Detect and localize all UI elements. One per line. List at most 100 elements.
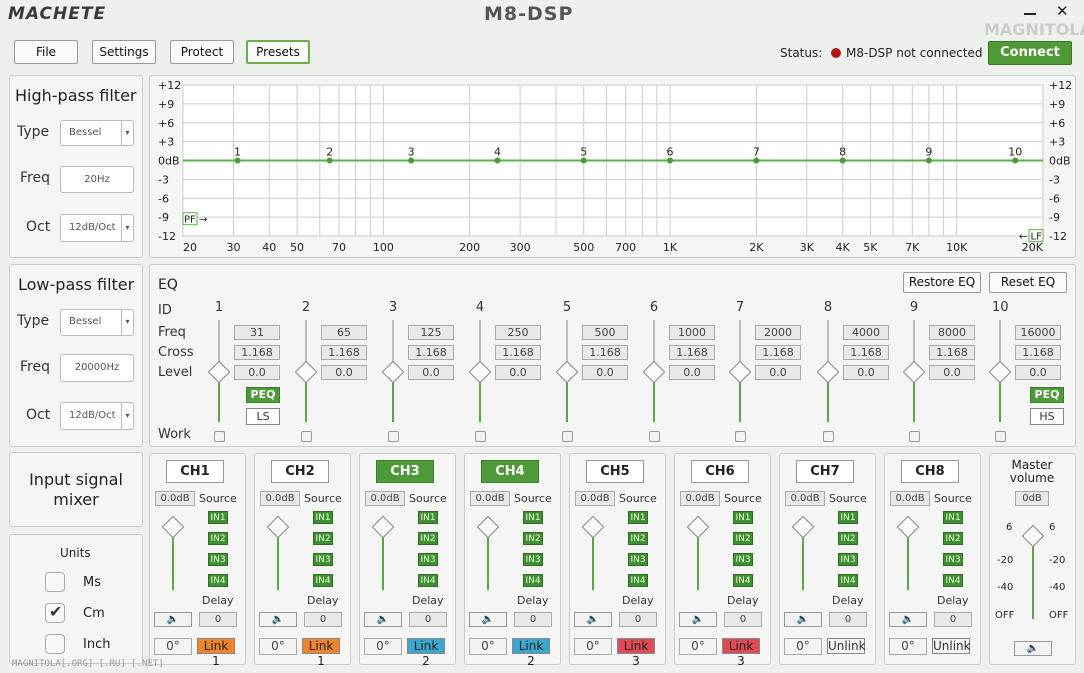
channel-input-in3-button[interactable]: IN3 bbox=[523, 553, 543, 566]
band1-ls-button[interactable]: LS bbox=[246, 408, 280, 425]
eq-band-work-checkbox[interactable] bbox=[649, 431, 660, 442]
channel-input-in4-button[interactable]: IN4 bbox=[208, 574, 228, 587]
eq-band-freq[interactable]: 2000 bbox=[755, 325, 801, 340]
channel-mute-button[interactable]: 🔈 bbox=[469, 612, 507, 627]
channel-input-in4-button[interactable]: IN4 bbox=[313, 574, 333, 587]
channel-delay-field[interactable]: 0 bbox=[724, 612, 762, 627]
channel-input-in1-button[interactable]: IN1 bbox=[208, 511, 228, 524]
channel-input-in4-button[interactable]: IN4 bbox=[838, 574, 858, 587]
channel-phase-button[interactable]: 0° bbox=[364, 638, 402, 655]
menu-presets-button[interactable]: Presets bbox=[246, 40, 310, 64]
band10-hs-button[interactable]: HS bbox=[1030, 408, 1064, 425]
units-cm-checkbox[interactable]: ✔ bbox=[45, 602, 65, 623]
eq-band-level[interactable]: 0.0 bbox=[929, 365, 975, 380]
channel-input-in1-button[interactable]: IN1 bbox=[628, 511, 648, 524]
eq-band-freq[interactable]: 500 bbox=[582, 325, 628, 340]
eq-band-work-checkbox[interactable] bbox=[475, 431, 486, 442]
channel-name-button[interactable]: CH1 bbox=[166, 460, 224, 483]
channel-input-in4-button[interactable]: IN4 bbox=[628, 574, 648, 587]
channel-name-button[interactable]: CH2 bbox=[271, 460, 329, 483]
channel-input-in2-button[interactable]: IN2 bbox=[733, 532, 753, 545]
eq-band-work-checkbox[interactable] bbox=[388, 431, 399, 442]
eq-band-freq[interactable]: 1000 bbox=[669, 325, 715, 340]
channel-input-in2-button[interactable]: IN2 bbox=[838, 532, 858, 545]
lpf-oct-select[interactable]: 12dB/Oct ▾ bbox=[60, 402, 134, 430]
channel-name-button[interactable]: CH8 bbox=[901, 460, 959, 483]
lpf-freq-field[interactable]: 20000Hz bbox=[60, 354, 134, 382]
channel-input-in3-button[interactable]: IN3 bbox=[628, 553, 648, 566]
eq-band-level[interactable]: 0.0 bbox=[234, 365, 280, 380]
eq-band-cross[interactable]: 1.168 bbox=[755, 345, 801, 360]
channel-delay-field[interactable]: 0 bbox=[514, 612, 552, 627]
channel-delay-field[interactable]: 0 bbox=[829, 612, 867, 627]
channel-phase-button[interactable]: 0° bbox=[889, 638, 927, 655]
units-inch-checkbox[interactable] bbox=[45, 634, 65, 654]
channel-link-button[interactable]: Link 1 bbox=[197, 638, 235, 668]
channel-input-in4-button[interactable]: IN4 bbox=[418, 574, 438, 587]
channel-link-button[interactable]: Unlink bbox=[827, 638, 866, 654]
eq-band-freq[interactable]: 250 bbox=[495, 325, 541, 340]
channel-phase-button[interactable]: 0° bbox=[154, 638, 192, 655]
channel-input-in1-button[interactable]: IN1 bbox=[523, 511, 543, 524]
minimize-icon[interactable] bbox=[1024, 13, 1036, 15]
frequency-response-graph[interactable]: +12 +12 +9 +9 +6 +6 +3 +3 0dB 0dB -3 -3 -6 -6 -9 -9 -12 -… bbox=[150, 76, 1075, 257]
channel-input-in2-button[interactable]: IN2 bbox=[628, 532, 648, 545]
channel-phase-button[interactable]: 0° bbox=[574, 638, 612, 655]
channel-phase-button[interactable]: 0° bbox=[259, 638, 297, 655]
menu-protect-button[interactable]: Protect bbox=[170, 40, 234, 64]
channel-input-in2-button[interactable]: IN2 bbox=[208, 532, 228, 545]
reset-eq-button[interactable]: Reset EQ bbox=[989, 272, 1067, 293]
eq-band-cross[interactable]: 1.168 bbox=[234, 345, 280, 360]
channel-mute-button[interactable]: 🔈 bbox=[364, 612, 402, 627]
channel-input-in2-button[interactable]: IN2 bbox=[313, 532, 333, 545]
channel-link-button[interactable]: Link 2 bbox=[512, 638, 550, 668]
channel-input-in3-button[interactable]: IN3 bbox=[733, 553, 753, 566]
channel-input-in3-button[interactable]: IN3 bbox=[838, 553, 858, 566]
channel-link-button[interactable]: Link 3 bbox=[617, 638, 655, 668]
channel-mute-button[interactable]: 🔈 bbox=[154, 612, 192, 627]
channel-phase-button[interactable]: 0° bbox=[679, 638, 717, 655]
menu-settings-button[interactable]: Settings bbox=[92, 40, 156, 64]
channel-input-in4-button[interactable]: IN4 bbox=[733, 574, 753, 587]
restore-eq-button[interactable]: Restore EQ bbox=[903, 272, 981, 293]
hpf-type-select[interactable]: Bessel ▾ bbox=[60, 120, 134, 146]
eq-band-work-checkbox[interactable] bbox=[735, 431, 746, 442]
eq-band-cross[interactable]: 1.168 bbox=[321, 345, 367, 360]
hpf-oct-select[interactable]: 12dB/Oct ▾ bbox=[60, 214, 134, 242]
channel-input-in3-button[interactable]: IN3 bbox=[313, 553, 333, 566]
lpf-type-select[interactable]: Bessel ▾ bbox=[60, 309, 134, 336]
eq-band-cross[interactable]: 1.168 bbox=[669, 345, 715, 360]
eq-band-freq[interactable]: 4000 bbox=[843, 325, 889, 340]
eq-band-cross[interactable]: 1.168 bbox=[408, 345, 454, 360]
channel-input-in2-button[interactable]: IN2 bbox=[943, 532, 963, 545]
channel-name-button[interactable]: CH7 bbox=[796, 460, 854, 483]
channel-mute-button[interactable]: 🔈 bbox=[574, 612, 612, 627]
eq-band-work-checkbox[interactable] bbox=[301, 431, 312, 442]
channel-mute-button[interactable]: 🔈 bbox=[889, 612, 927, 627]
channel-input-in1-button[interactable]: IN1 bbox=[943, 511, 963, 524]
hpf-freq-field[interactable]: 20Hz bbox=[60, 166, 134, 193]
eq-band-level[interactable]: 0.0 bbox=[495, 365, 541, 380]
eq-band-level[interactable]: 0.0 bbox=[755, 365, 801, 380]
channel-link-button[interactable]: Link 3 bbox=[722, 638, 760, 668]
channel-name-button[interactable]: CH6 bbox=[691, 460, 749, 483]
channel-name-button[interactable]: CH3 bbox=[376, 460, 434, 483]
channel-delay-field[interactable]: 0 bbox=[409, 612, 447, 627]
channel-mute-button[interactable]: 🔈 bbox=[784, 612, 822, 627]
channel-name-button[interactable]: CH4 bbox=[481, 460, 539, 483]
eq-band-work-checkbox[interactable] bbox=[995, 431, 1006, 442]
channel-mute-button[interactable]: 🔈 bbox=[259, 612, 297, 627]
close-icon[interactable]: ✕ bbox=[1056, 2, 1069, 20]
channel-input-in3-button[interactable]: IN3 bbox=[418, 553, 438, 566]
eq-band-freq[interactable]: 16000 bbox=[1015, 325, 1061, 340]
channel-delay-field[interactable]: 0 bbox=[199, 612, 237, 627]
eq-band-freq[interactable]: 8000 bbox=[929, 325, 975, 340]
channel-delay-field[interactable]: 0 bbox=[304, 612, 342, 627]
band10-peq-button[interactable]: PEQ bbox=[1030, 387, 1064, 403]
channel-input-in4-button[interactable]: IN4 bbox=[943, 574, 963, 587]
eq-band-level[interactable]: 0.0 bbox=[582, 365, 628, 380]
eq-band-work-checkbox[interactable] bbox=[562, 431, 573, 442]
eq-band-work-checkbox[interactable] bbox=[214, 431, 225, 442]
channel-input-in2-button[interactable]: IN2 bbox=[418, 532, 438, 545]
channel-link-button[interactable]: Unlink bbox=[932, 638, 971, 654]
